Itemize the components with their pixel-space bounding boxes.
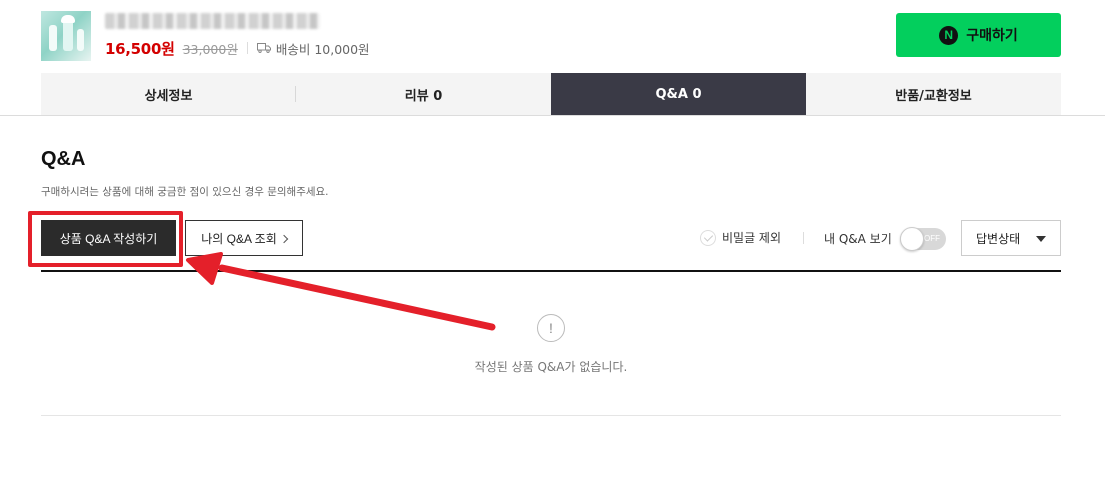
empty-qa-message: 작성된 상품 Q&A가 없습니다.: [474, 360, 628, 374]
exclude-secret-label: 비밀글 제외: [722, 231, 782, 245]
my-qa-toggle[interactable]: OFF: [900, 227, 946, 251]
filter-divider: [803, 232, 804, 244]
buy-button[interactable]: N 구매하기: [896, 13, 1061, 57]
answer-status-select[interactable]: 답변상태: [961, 220, 1061, 256]
tabs-bottom-border: [0, 115, 1105, 116]
chevron-right-icon: [279, 234, 288, 243]
tab-qa-label: Q&A 0: [655, 86, 702, 102]
product-name-blurred: [105, 13, 320, 29]
delivery-truck-icon: [256, 43, 271, 53]
naver-n-icon: N: [939, 25, 959, 45]
toggle-knob: [900, 227, 924, 251]
price-row: 16,500원 33,000원 배송비 10,000원: [105, 38, 370, 58]
my-qa-button[interactable]: 나의 Q&A 조회: [185, 220, 303, 256]
product-header: 16,500원 33,000원 배송비 10,000원 N 구매하기: [0, 0, 1105, 72]
qa-description: 구매하시려는 상품에 대해 궁금한 점이 있으신 경우 문의해주세요.: [41, 186, 329, 198]
tab-details-label: 상세정보: [144, 88, 193, 104]
qa-title: Q&A: [41, 148, 86, 170]
divider: [246, 42, 248, 54]
tab-qa[interactable]: Q&A 0: [551, 73, 806, 115]
tab-reviews-label: 리뷰 0: [404, 88, 443, 104]
tab-return-exchange-label: 반품/교환정보: [895, 88, 972, 104]
caret-down-icon: [1036, 236, 1046, 242]
check-circle-icon: [700, 229, 716, 246]
tab-reviews[interactable]: 리뷰 0: [296, 73, 551, 115]
my-qa-toggle-label: 내 Q&A 보기: [824, 232, 892, 246]
tab-return-exchange[interactable]: 반품/교환정보: [806, 73, 1061, 115]
my-qa-button-label: 나의 Q&A 조회: [201, 231, 277, 246]
toggle-state-text: OFF: [924, 234, 940, 243]
exclude-secret-checkbox[interactable]: 비밀글 제외: [700, 229, 781, 246]
qa-list-bottom-border: [41, 415, 1061, 416]
answer-status-label: 답변상태: [976, 231, 1021, 246]
buy-button-label: 구매하기: [966, 27, 1018, 43]
exclamation-circle-icon: !: [537, 314, 565, 342]
sale-price: 16,500원: [105, 39, 175, 58]
write-qa-button[interactable]: 상품 Q&A 작성하기: [41, 220, 176, 256]
tab-details[interactable]: 상세정보: [41, 73, 296, 115]
product-thumbnail[interactable]: [41, 11, 91, 61]
qa-list-top-border: [41, 270, 1061, 272]
product-tabs: 상세정보 리뷰 0 Q&A 0 반품/교환정보: [41, 73, 1061, 115]
shipping-fee: 배송비 10,000원: [275, 41, 370, 57]
original-price: 33,000원: [182, 41, 238, 57]
